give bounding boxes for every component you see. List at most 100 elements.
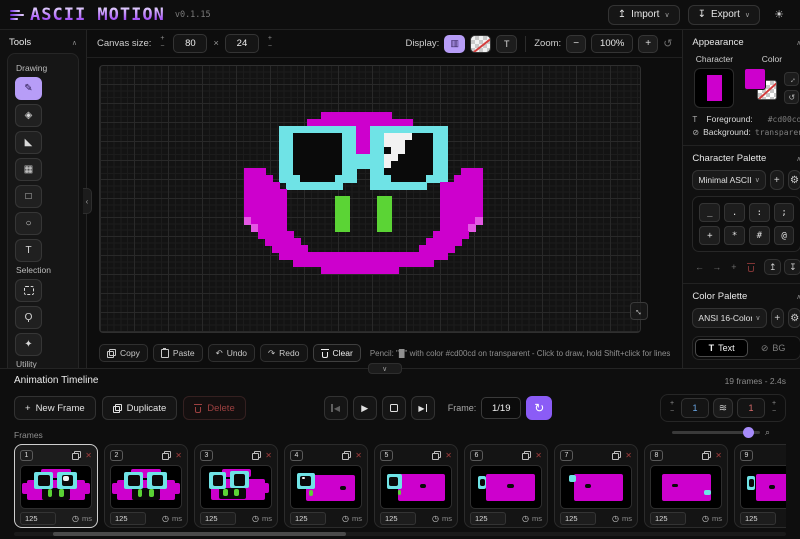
frame-card-8[interactable]: 8✕125◷ms — [644, 444, 728, 528]
play-button[interactable]: ▶ — [353, 396, 377, 420]
first-frame-button[interactable]: ◀ — [324, 396, 348, 420]
canvas-height-input[interactable]: 24 — [225, 34, 259, 53]
fill-area-tool[interactable]: ▦ — [15, 158, 42, 181]
color-palette-settings-button[interactable]: ⚙ — [788, 308, 800, 328]
frame-card-4[interactable]: 4✕125◷ms — [284, 444, 368, 528]
frame-duration-input[interactable]: 125 — [110, 512, 146, 525]
tools-section-header[interactable]: Tools ∧ — [0, 30, 86, 53]
foreground-color-swatch[interactable] — [744, 68, 766, 90]
zoom-reset-button[interactable]: ↺ — [663, 37, 672, 50]
zoom-in-button[interactable]: + — [638, 35, 658, 53]
delete-frame-icon[interactable]: ✕ — [535, 451, 542, 460]
frames-scrollbar-thumb[interactable] — [53, 532, 346, 536]
export-button[interactable]: ↧ Export ∨ — [688, 5, 760, 25]
import-palette-button[interactable]: ↧ — [784, 259, 800, 275]
loop-toggle-button[interactable]: ↻ — [526, 396, 552, 420]
palette-character-button[interactable]: # — [749, 226, 770, 245]
duplicate-frame-button[interactable]: Duplicate — [102, 396, 178, 420]
left-panel-collapse-handle[interactable]: ‹ — [83, 188, 92, 214]
delete-frame-button[interactable]: Delete — [183, 396, 245, 420]
frame-thumbnail[interactable] — [470, 465, 542, 509]
canvas-height-stepper[interactable]: +− — [265, 36, 275, 51]
palette-character-button[interactable]: @ — [774, 226, 795, 245]
stop-button[interactable] — [382, 396, 406, 420]
onion-next-stepper[interactable]: +− — [769, 401, 779, 416]
duplicate-frame-icon[interactable] — [162, 451, 171, 460]
frame-duration-input[interactable]: 125 — [740, 512, 776, 525]
magic-wand-tool[interactable]: ✦ — [15, 333, 42, 356]
delete-frame-icon[interactable]: ✕ — [715, 451, 722, 460]
new-frame-button[interactable]: + New Frame — [14, 396, 96, 420]
grid-toggle-button[interactable]: ▥ — [444, 35, 465, 53]
paste-button[interactable]: Paste — [153, 344, 203, 362]
ellipse-tool[interactable]: ○ — [15, 212, 42, 235]
delete-frame-icon[interactable]: ✕ — [355, 451, 362, 460]
duplicate-frame-icon[interactable] — [342, 451, 351, 460]
frame-card-5[interactable]: 5✕125◷ms — [374, 444, 458, 528]
undo-button[interactable]: ↶Undo — [208, 344, 255, 362]
palette-character-button[interactable]: ; — [774, 203, 795, 222]
frame-duration-input[interactable]: 125 — [200, 512, 236, 525]
frame-thumbnail[interactable] — [200, 465, 272, 509]
export-palette-button[interactable]: ↥ — [764, 259, 781, 275]
add-character-button[interactable]: + — [727, 260, 741, 275]
canvas-width-stepper[interactable]: +− — [157, 36, 167, 51]
lasso-tool[interactable]: Ϙ — [15, 306, 42, 329]
frame-thumbnail[interactable] — [740, 465, 786, 509]
delete-frame-icon[interactable]: ✕ — [175, 451, 182, 460]
frame-duration-input[interactable]: 125 — [290, 512, 326, 525]
pencil-tool[interactable]: ✎ — [15, 77, 42, 100]
duplicate-frame-icon[interactable] — [612, 451, 621, 460]
frames-scrollbar[interactable] — [14, 532, 786, 536]
clear-button[interactable]: Clear — [313, 344, 361, 362]
frame-card-7[interactable]: 7✕125◷ms — [554, 444, 638, 528]
delete-character-button[interactable] — [744, 260, 758, 275]
move-character-left-button[interactable]: ← — [692, 260, 706, 275]
color-palette-header[interactable]: Color Palette ∧ — [692, 291, 800, 302]
frame-thumbnail[interactable] — [560, 465, 632, 509]
duplicate-frame-icon[interactable] — [522, 451, 531, 460]
text-mode-tab[interactable]: T Text — [695, 339, 748, 357]
canvas-expand-button[interactable]: ↔ — [630, 302, 648, 320]
palette-character-button[interactable]: : — [749, 203, 770, 222]
frame-thumbnail[interactable] — [380, 465, 452, 509]
move-character-right-button[interactable]: → — [710, 260, 724, 275]
palette-character-button[interactable]: * — [724, 226, 745, 245]
appearance-header[interactable]: Appearance ∧ — [692, 37, 800, 48]
character-palette-settings-button[interactable]: ⚙ — [788, 170, 800, 190]
last-frame-button[interactable]: ▶ — [411, 396, 435, 420]
onion-skin-button[interactable]: ≋ — [713, 398, 733, 418]
character-preview[interactable] — [694, 68, 734, 108]
delete-frame-icon[interactable]: ✕ — [625, 451, 632, 460]
frame-duration-input[interactable]: 125 — [20, 512, 56, 525]
frame-card-9[interactable]: 9✕125◷ms — [734, 444, 786, 528]
palette-character-button[interactable]: _ — [699, 203, 720, 222]
frame-thumbnail[interactable] — [290, 465, 362, 509]
color-palette-select[interactable]: ANSI 16-Color ∨ — [692, 308, 766, 328]
onion-prev-stepper[interactable]: +− — [667, 401, 677, 416]
select-rect-tool[interactable] — [15, 279, 42, 302]
add-character-palette-button[interactable]: + — [770, 170, 784, 190]
frame-card-6[interactable]: 6✕125◷ms — [464, 444, 548, 528]
drawing-canvas[interactable] — [99, 65, 641, 333]
add-color-palette-button[interactable]: + — [771, 308, 784, 328]
thumbnail-zoom-slider[interactable] — [672, 431, 760, 434]
theme-toggle-button[interactable]: ☀ — [768, 5, 790, 25]
character-palette-header[interactable]: Character Palette ∧ — [692, 153, 800, 164]
duplicate-frame-icon[interactable] — [72, 451, 81, 460]
transparency-toggle-button[interactable] — [470, 35, 491, 53]
frame-duration-input[interactable]: 125 — [650, 512, 686, 525]
frame-duration-input[interactable]: 125 — [380, 512, 416, 525]
frame-thumbnail[interactable] — [650, 465, 722, 509]
canvas-collapse-handle[interactable]: ∨ — [368, 363, 402, 374]
duplicate-frame-icon[interactable] — [702, 451, 711, 460]
frame-thumbnail[interactable] — [110, 465, 182, 509]
swap-colors-button[interactable]: ↔ — [784, 72, 799, 86]
canvas-width-input[interactable]: 80 — [173, 34, 207, 53]
character-palette-select[interactable]: Minimal ASCII ∨ — [692, 170, 766, 190]
bg-mode-tab[interactable]: ⊘ BG — [748, 339, 799, 357]
reset-colors-button[interactable]: ↺ — [784, 90, 799, 104]
delete-frame-icon[interactable]: ✕ — [445, 451, 452, 460]
frame-card-1[interactable]: 1✕125◷ms — [14, 444, 98, 528]
duplicate-frame-icon[interactable] — [252, 451, 261, 460]
